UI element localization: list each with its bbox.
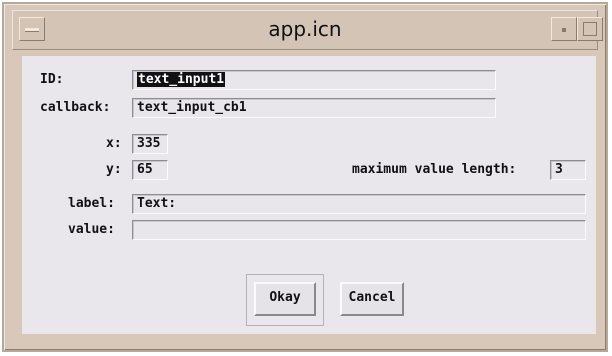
okay-button[interactable]: Okay — [254, 282, 316, 316]
y-field[interactable]: 65 — [132, 160, 168, 180]
label-label: label: — [68, 196, 115, 211]
callback-field[interactable]: text_input_cb1 — [132, 98, 496, 118]
dialog-window: app.icn ID: text_input1 callback: text_i… — [2, 2, 608, 352]
id-value: text_input1 — [137, 72, 226, 87]
maximize-icon — [583, 22, 597, 36]
minimize-icon — [562, 28, 566, 32]
label-field[interactable]: Text: — [132, 194, 586, 214]
window-title: app.icn — [268, 17, 342, 41]
minimize-button[interactable] — [551, 17, 577, 41]
max-length-field[interactable]: 3 — [550, 160, 586, 180]
callback-label: callback: — [40, 100, 111, 115]
value-label: value: — [68, 222, 115, 237]
title-bar[interactable]: app.icn — [12, 10, 603, 50]
x-field[interactable]: 335 — [132, 134, 168, 154]
max-length-label: maximum value length: — [352, 162, 517, 177]
id-field[interactable]: text_input1 — [132, 70, 496, 90]
value-field[interactable] — [132, 220, 586, 240]
maximize-button[interactable] — [577, 17, 603, 41]
id-label: ID: — [40, 72, 64, 87]
form-panel: ID: text_input1 callback: text_input_cb1… — [22, 56, 596, 334]
y-label: y: — [106, 162, 122, 177]
x-label: x: — [106, 136, 122, 151]
cancel-button[interactable]: Cancel — [340, 282, 404, 316]
